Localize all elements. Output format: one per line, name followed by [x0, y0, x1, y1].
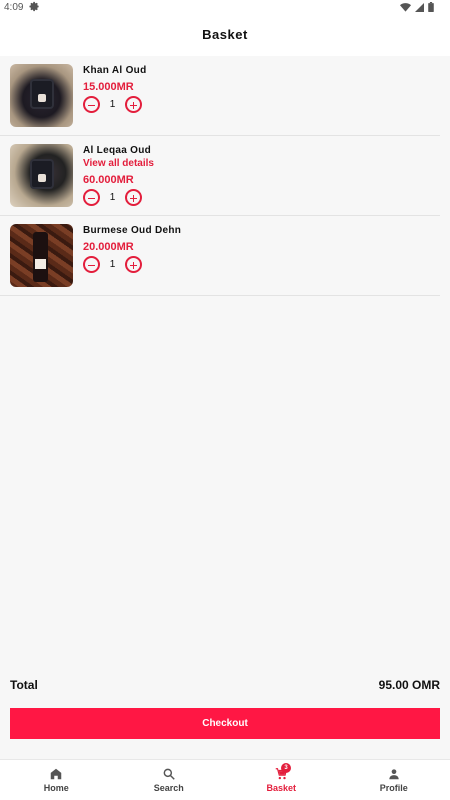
quantity-stepper: 1	[83, 189, 154, 206]
product-image[interactable]	[10, 144, 73, 207]
home-icon	[51, 768, 62, 780]
product-image[interactable]	[10, 64, 73, 127]
page-title: Basket	[202, 27, 248, 42]
status-bar: 4:09	[0, 0, 450, 16]
bottom-navigation: Home Search 3 Basket Profile	[0, 759, 450, 800]
increase-quantity-button[interactable]	[125, 189, 142, 206]
product-price: 15.000MR	[83, 81, 134, 93]
person-icon	[389, 769, 399, 780]
increase-quantity-button[interactable]	[125, 96, 142, 113]
wifi-icon	[400, 2, 411, 12]
nav-search[interactable]: Search	[113, 760, 226, 800]
basket-item[interactable]: Burmese Oud Dehn 20.000MR 1	[0, 216, 440, 296]
quantity-stepper: 1	[83, 96, 146, 113]
product-name: Khan Al Oud	[83, 65, 147, 76]
basket-item[interactable]: Al Leqaa Oud View all details 60.000MR 1	[0, 136, 440, 216]
decrease-quantity-button[interactable]	[83, 256, 100, 273]
search-icon	[163, 768, 175, 780]
jar-label-shape	[38, 174, 46, 182]
nav-label: Basket	[266, 783, 297, 793]
total-value: 95.00 OMR	[378, 678, 440, 692]
view-details-link[interactable]: View all details	[83, 158, 154, 169]
quantity-value: 1	[109, 192, 116, 203]
product-name: Burmese Oud Dehn	[83, 225, 182, 236]
product-price: 20.000MR	[83, 241, 134, 253]
total-row: Total 95.00 OMR	[10, 678, 440, 692]
quantity-value: 1	[109, 99, 116, 110]
bottle-shape	[33, 232, 48, 282]
quantity-stepper: 1	[83, 256, 181, 273]
nav-label: Search	[153, 783, 184, 793]
nav-home[interactable]: Home	[0, 760, 113, 800]
signal-icon	[415, 2, 424, 12]
checkout-button[interactable]: Checkout	[10, 708, 440, 739]
jar-label-shape	[38, 94, 46, 102]
settings-icon	[29, 1, 39, 12]
decrease-quantity-button[interactable]	[83, 189, 100, 206]
nav-basket[interactable]: 3 Basket	[225, 760, 338, 800]
battery-icon	[428, 2, 434, 12]
nav-label: Profile	[379, 783, 408, 793]
decrease-quantity-button[interactable]	[83, 96, 100, 113]
product-image[interactable]	[10, 224, 73, 287]
app-bar: Basket	[0, 16, 450, 56]
bottle-label-shape	[35, 259, 46, 269]
nav-label: Home	[43, 783, 69, 793]
quantity-value: 1	[109, 259, 116, 270]
total-label: Total	[10, 678, 38, 692]
increase-quantity-button[interactable]	[125, 256, 142, 273]
product-price: 60.000MR	[83, 174, 134, 186]
status-time: 4:09	[4, 2, 24, 13]
cart-badge: 3	[281, 763, 291, 773]
basket-list: Khan Al Oud 15.000MR 1 Al Leqaa Oud View…	[0, 56, 450, 296]
nav-profile[interactable]: Profile	[338, 760, 450, 800]
product-name: Al Leqaa Oud	[83, 145, 152, 156]
basket-item[interactable]: Khan Al Oud 15.000MR 1	[0, 56, 440, 136]
